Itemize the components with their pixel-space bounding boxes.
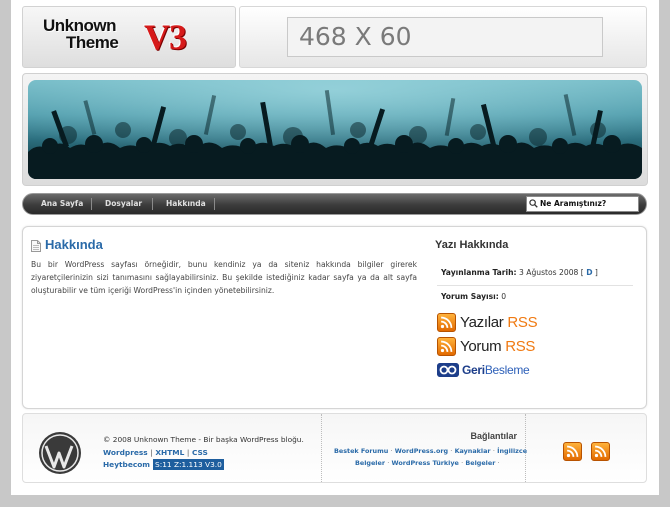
search-icon	[529, 199, 538, 208]
header-banner-frame	[22, 73, 648, 186]
dot-separator: ·	[390, 447, 393, 455]
logo-version: V3	[144, 17, 187, 57]
ad-banner[interactable]: 468 X 60	[287, 17, 603, 57]
page: Unknown Theme V3 468 X 60 Ana Sayfa Dosy…	[11, 0, 659, 495]
d-link[interactable]: D	[586, 268, 592, 277]
divider	[437, 285, 633, 286]
post-title[interactable]: Hakkında	[45, 237, 103, 252]
comments-label: Yorum Sayısı:	[441, 292, 499, 301]
link-wordpress-org[interactable]: WordPress.org	[395, 447, 448, 455]
dot-separator: ·	[387, 459, 390, 467]
site-logo[interactable]: Unknown Theme V3	[43, 17, 213, 61]
logo-line2: Theme	[66, 33, 119, 52]
rss-icon	[437, 312, 456, 332]
feedburner-link[interactable]: GeriBesleme	[437, 362, 530, 378]
published-date: 3 Ağustos 2008	[519, 268, 579, 277]
sidebar-title: Yazı Hakkında	[435, 239, 509, 251]
published-label: Yayınlanma Tarih:	[441, 268, 517, 277]
page-icon	[31, 240, 41, 252]
link-wordpress-turkiye[interactable]: WordPress Türkiye	[392, 459, 459, 467]
stats-badge: S:11 Z:1.113 V3.0	[153, 459, 224, 470]
logo-box: Unknown Theme V3	[22, 6, 236, 68]
wordpress-logo-icon[interactable]	[38, 431, 82, 475]
dot-separator: ·	[461, 459, 464, 467]
published-meta: Yayınlanma Tarih: 3 Ağustos 2008 [ D ]	[441, 268, 598, 277]
crowd-banner-image	[28, 80, 642, 179]
posts-rss-text: Yazılar	[460, 313, 504, 331]
wordpress-link[interactable]: Wordpress	[103, 448, 148, 457]
footer-credit: Heytbecom S:11 Z:1.113 V3.0	[103, 459, 224, 470]
comments-meta: Yorum Sayısı: 0	[441, 292, 506, 301]
bracket-close: ]	[594, 268, 598, 277]
search-placeholder: Ne Aramıştınız?	[540, 199, 607, 208]
links-title: Bağlantılar	[470, 431, 517, 441]
xhtml-link[interactable]: XHTML	[155, 448, 184, 457]
copyright-text: © 2008 Unknown Theme - Bir başka WordPre…	[103, 435, 304, 444]
separator: |	[150, 448, 153, 457]
links-row-1: Bestek Forumu · WordPress.org · Kaynakla…	[334, 447, 527, 455]
main-nav: Ana Sayfa Dosyalar Hakkında Ne Aramıştın…	[22, 193, 647, 215]
feedback-text-b: Besleme	[484, 363, 530, 377]
credit-link[interactable]: Heytbecom	[103, 460, 150, 469]
nav-item-ana-sayfa[interactable]: Ana Sayfa	[41, 194, 83, 214]
separator: |	[186, 448, 190, 457]
links-row-2: Belgeler · WordPress Türkiye · Belgeler …	[355, 459, 500, 467]
link-kaynaklar[interactable]: Kaynaklar	[455, 447, 491, 455]
crowd-silhouette	[28, 80, 642, 179]
footer-validation-links: Wordpress | XHTML | CSS	[103, 448, 208, 457]
nav-separator	[214, 198, 215, 210]
feedburner-icon	[437, 363, 459, 377]
links-panel: Bağlantılar Bestek Forumu · WordPress.or…	[321, 414, 527, 482]
link-belgeler-2[interactable]: Belgeler	[465, 459, 495, 467]
css-link[interactable]: CSS	[192, 448, 208, 457]
comments-rss-text: Yorum	[460, 337, 502, 355]
dot-separator: ·	[497, 459, 500, 467]
content-area: Hakkında Bu bir WordPress sayfası örneği…	[22, 226, 647, 409]
rss-icon	[437, 336, 456, 356]
comments-rss-label: Yorum RSS	[460, 338, 535, 355]
feedback-text-a: Geri	[462, 363, 485, 377]
nav-item-dosyalar[interactable]: Dosyalar	[105, 194, 142, 214]
ad-box: 468 X 60	[239, 6, 647, 68]
dot-separator: ·	[492, 447, 495, 455]
link-belgeler[interactable]: Belgeler	[355, 459, 385, 467]
rss-text: RSS	[507, 313, 538, 331]
dot-separator: ·	[450, 447, 453, 455]
rss-icon[interactable]	[591, 442, 610, 461]
posts-rss-link[interactable]: Yazılar RSS	[437, 312, 538, 332]
rss-text: RSS	[505, 337, 536, 355]
bracket-open: [	[580, 268, 584, 277]
search-input[interactable]: Ne Aramıştınız?	[526, 196, 639, 212]
comments-rss-link[interactable]: Yorum RSS	[437, 336, 535, 356]
posts-rss-label: Yazılar RSS	[460, 313, 538, 331]
post-body: Bu bir WordPress sayfası örneğidir, bunu…	[31, 260, 417, 295]
link-ingilizce[interactable]: İngilizce	[497, 447, 527, 455]
link-bestek-forumu[interactable]: Bestek Forumu	[334, 447, 388, 455]
footer: © 2008 Unknown Theme - Bir başka WordPre…	[22, 413, 647, 483]
nav-item-hakkinda[interactable]: Hakkında	[166, 194, 206, 214]
logo-line1: Unknown	[43, 16, 117, 35]
comments-count: 0	[501, 292, 507, 301]
nav-separator	[152, 198, 153, 210]
nav-separator	[91, 198, 92, 210]
rss-icon[interactable]	[563, 442, 582, 461]
feedback-label: GeriBesleme	[462, 363, 530, 377]
